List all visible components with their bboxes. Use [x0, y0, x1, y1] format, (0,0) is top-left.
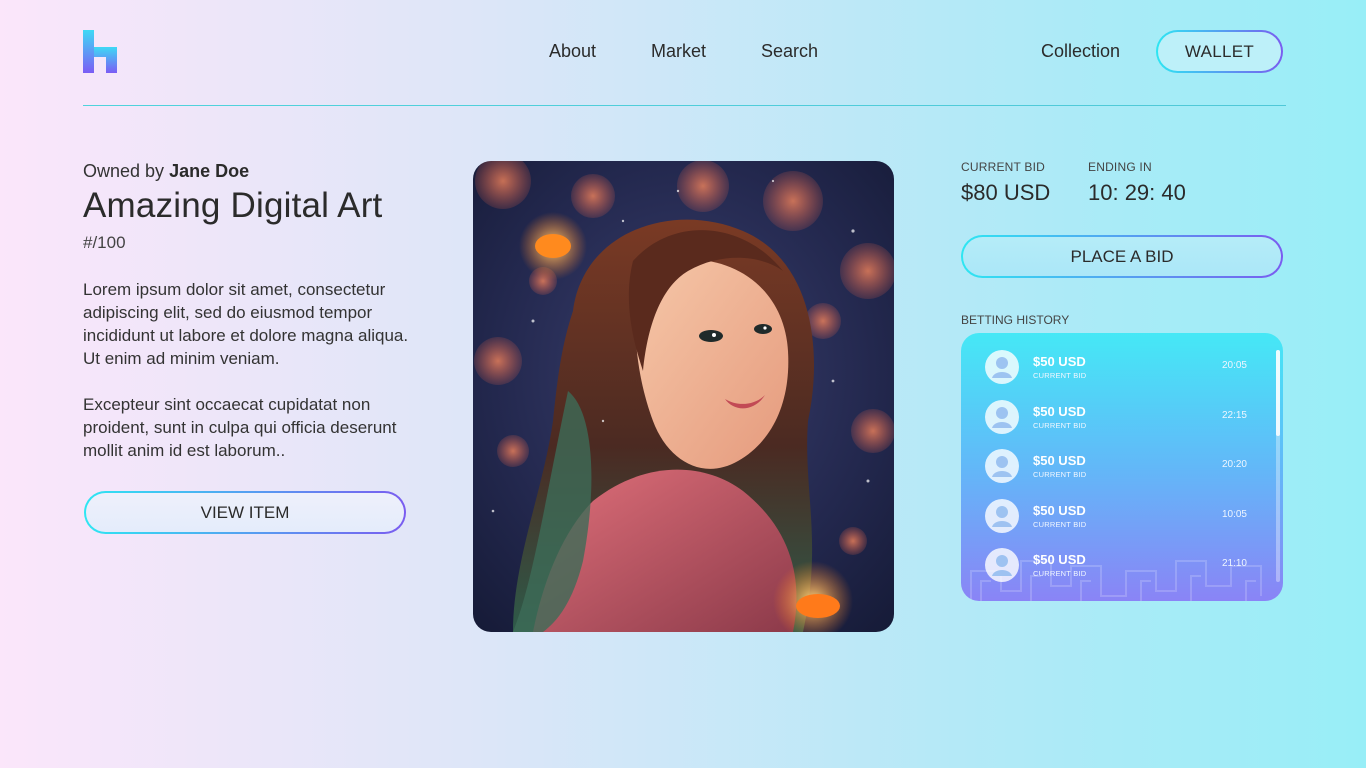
- history-row[interactable]: $50 USD CURRENT BID 21:10: [961, 546, 1271, 586]
- user-avatar-icon: [985, 449, 1019, 483]
- item-title: Amazing Digital Art: [83, 186, 383, 225]
- bid-sub: CURRENT BID: [1033, 421, 1087, 430]
- history-scrollbar[interactable]: [1276, 350, 1280, 582]
- view-item-button[interactable]: VIEW ITEM: [84, 491, 406, 534]
- current-bid-label: CURRENT BID: [961, 160, 1045, 174]
- history-row[interactable]: $50 USD CURRENT BID 20:20: [961, 447, 1271, 487]
- current-bid-value: $80 USD: [961, 180, 1051, 205]
- item-edition: #/100: [83, 233, 126, 252]
- header-divider: [83, 105, 1286, 106]
- nav-search[interactable]: Search: [761, 40, 818, 62]
- item-description-1: Lorem ipsum dolor sit amet, consectetur …: [83, 280, 409, 368]
- owner-name[interactable]: Jane Doe: [169, 161, 249, 181]
- history-row[interactable]: $50 USD CURRENT BID 10:05: [961, 497, 1271, 537]
- ending-in-value: 10: 29: 40: [1088, 180, 1186, 205]
- wallet-button[interactable]: WALLET: [1156, 30, 1283, 73]
- bid-amount: $50 USD: [1033, 503, 1086, 518]
- history-row[interactable]: $50 USD CURRENT BID 22:15: [961, 398, 1271, 438]
- place-bid-button[interactable]: PLACE A BID: [961, 235, 1283, 278]
- bid-amount: $50 USD: [1033, 552, 1086, 567]
- artwork-image[interactable]: [473, 161, 894, 632]
- betting-history-panel[interactable]: $50 USD CURRENT BID 20:05 $50 USD CURREN…: [961, 333, 1283, 601]
- bid-time: 20:20: [1221, 459, 1247, 470]
- item-description-2: Excepteur sint occaecat cupidatat non pr…: [83, 395, 397, 460]
- bid-sub: CURRENT BID: [1033, 470, 1087, 479]
- user-avatar-icon: [985, 499, 1019, 533]
- bid-amount: $50 USD: [1033, 354, 1086, 369]
- user-avatar-icon: [985, 350, 1019, 384]
- bid-amount: $50 USD: [1033, 404, 1086, 419]
- brand-logo[interactable]: [83, 30, 117, 73]
- user-avatar-icon: [985, 548, 1019, 582]
- bid-time: 21:10: [1221, 558, 1247, 569]
- ending-in-label: ENDING IN: [1088, 160, 1152, 174]
- nav-collection[interactable]: Collection: [1041, 40, 1120, 62]
- bid-sub: CURRENT BID: [1033, 371, 1087, 380]
- bid-amount: $50 USD: [1033, 453, 1086, 468]
- user-avatar-icon: [985, 400, 1019, 434]
- bid-sub: CURRENT BID: [1033, 520, 1087, 529]
- owned-prefix: Owned by: [83, 161, 165, 181]
- nav-about[interactable]: About: [549, 40, 596, 62]
- history-scrollbar-thumb[interactable]: [1276, 350, 1280, 436]
- bid-time: 10:05: [1221, 509, 1247, 520]
- history-row[interactable]: $50 USD CURRENT BID 20:05: [961, 348, 1271, 388]
- owner-line: Owned by Jane Doe: [83, 161, 249, 182]
- nav-market[interactable]: Market: [651, 40, 706, 62]
- bid-sub: CURRENT BID: [1033, 569, 1087, 578]
- bid-time: 20:05: [1221, 360, 1247, 371]
- bid-time: 22:15: [1221, 410, 1247, 421]
- betting-history-label: BETTING HISTORY: [961, 313, 1070, 327]
